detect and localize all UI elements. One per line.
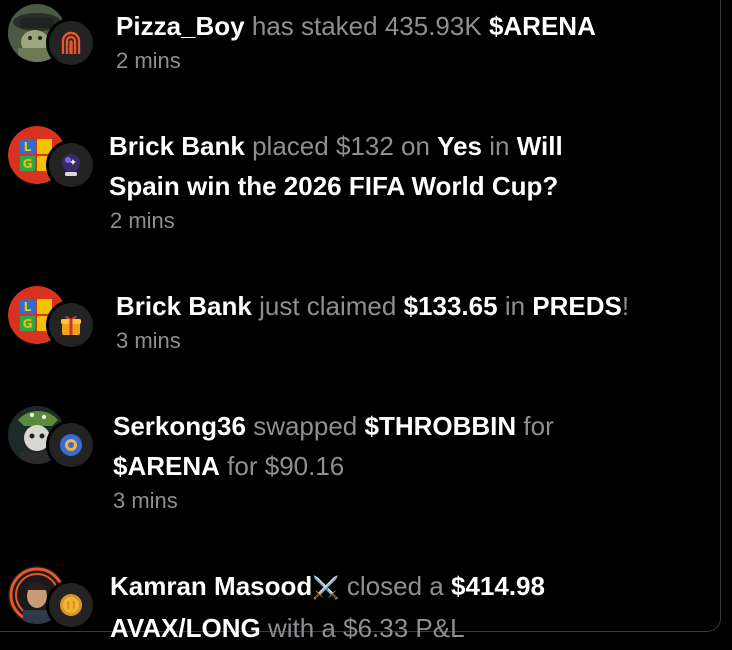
market-link[interactable]: Will (517, 131, 563, 161)
username-link[interactable]: Brick Bank (109, 131, 245, 161)
arena-logo-icon (61, 31, 81, 54)
username-link[interactable]: Serkong36 (113, 411, 246, 441)
arena-badge (46, 18, 96, 68)
feed-item-text: Pizza_Boy has staked 435.93K $ARENA (116, 11, 596, 41)
svg-text:G: G (23, 157, 33, 171)
market-link[interactable]: Spain win the 2026 FIFA World Cup? (109, 171, 558, 201)
avatar-group: L G (8, 126, 96, 190)
timestamp: 3 mins (113, 488, 178, 513)
avatar-group (8, 566, 96, 630)
username-link[interactable]: Brick Bank (116, 291, 252, 321)
feed-item-text: Brick Bank just claimed $133.65 in PREDS… (116, 291, 630, 321)
svg-text:G: G (23, 317, 33, 331)
username-link[interactable]: Pizza_Boy (116, 11, 245, 41)
feed-item-stake[interactable]: Pizza_Boy has staked 435.93K $ARENA 2 mi… (0, 0, 720, 100)
feed-item-text: Kamran Masood⚔️ closed a $414.98 AVAX/LO… (110, 571, 545, 643)
amount-label: $414.98 (450, 571, 545, 601)
coin-icon (60, 594, 82, 616)
username-link[interactable]: Kamran Masood (110, 571, 312, 601)
gift-icon (61, 315, 81, 335)
option-label: Yes (437, 131, 482, 161)
timestamp: 2 mins (116, 48, 181, 73)
timestamp: 3 mins (116, 328, 181, 353)
swap-token-icon (60, 434, 82, 456)
avatar-group (8, 4, 96, 68)
svg-text:L: L (24, 300, 32, 314)
swap-badge (46, 420, 96, 470)
avatar-group: L G (8, 286, 96, 350)
svg-text:L: L (24, 140, 32, 154)
feed-item-text: Brick Bank placed $132 on Yes in Will Sp… (109, 131, 563, 201)
token-link[interactable]: PREDS (532, 291, 622, 321)
token-link[interactable]: $ARENA (489, 11, 596, 41)
token-link[interactable]: $THROBBIN (365, 411, 517, 441)
feed-item-swap[interactable]: Serkong36 swapped $THROBBIN for $ARENA f… (0, 400, 720, 530)
position-link[interactable]: AVAX/LONG (110, 613, 261, 643)
feed-item-prediction[interactable]: L G Brick Bank placed $132 on Yes in Wil… (0, 120, 720, 250)
rewards-badge (46, 300, 96, 350)
feed-item-trade[interactable]: Kamran Masood⚔️ closed a $414.98 AVAX/LO… (0, 560, 720, 650)
feed-item-claim[interactable]: L G Brick Bank just claimed $133.65 in P… (0, 280, 720, 380)
swords-icon: ⚔️ (312, 575, 340, 600)
timestamp: 2 mins (110, 208, 175, 233)
token-link[interactable]: $ARENA (113, 451, 220, 481)
amount-label: $133.65 (403, 291, 498, 321)
feed-item-text: Serkong36 swapped $THROBBIN for $ARENA f… (113, 411, 554, 481)
crystal-ball-icon (62, 154, 80, 176)
predictions-badge (46, 140, 96, 190)
avatar-group (8, 406, 96, 470)
trade-badge (46, 580, 96, 630)
